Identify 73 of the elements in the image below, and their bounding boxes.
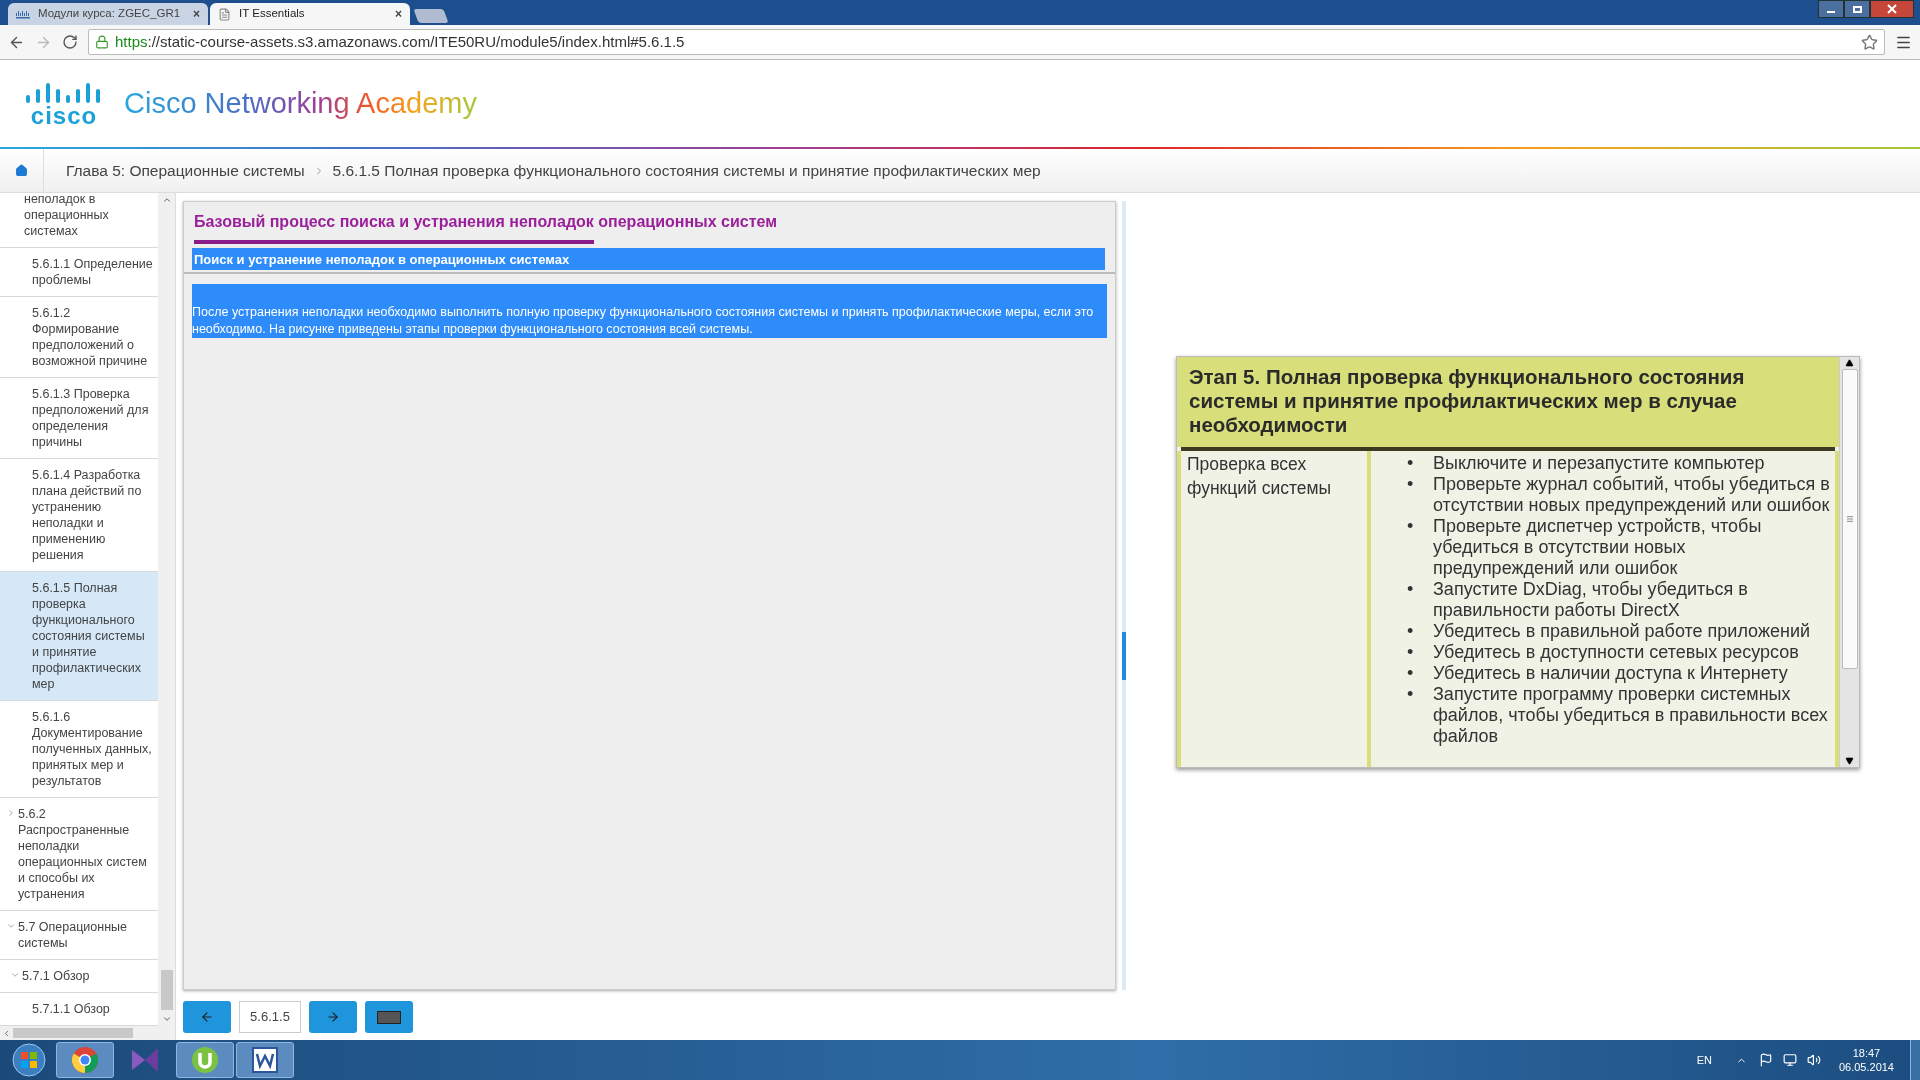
content-title: Базовый процесс поиска и устранения неполадок операционных систем <box>194 212 779 232</box>
bullet-text: Проверьте диспетчер устройств, чтобы убедиться в отсутствии новых предупреждений или ошибок <box>1433 516 1763 579</box>
star-icon[interactable] <box>1861 33 1878 51</box>
close-button[interactable] <box>1870 0 1914 18</box>
breadcrumb-link[interactable]: Глава 5: Операционные системы <box>66 158 305 183</box>
screen-icon <box>377 1010 401 1024</box>
bullet-icon: • <box>1407 621 1433 642</box>
address-field[interactable]: https://static-course-assets.s3.amazonaws.com/ITE50RU/module5/index.html#5.6.1.5 <box>88 29 1885 55</box>
content-paragraph: После устранения неполадки необходимо выполнить полную проверку функционального состояния системы и принять профилактические меры, если это необходимо. На рисунке приведены этапы проверки функционального состояния всей системы. <box>192 284 1107 338</box>
browser-icon <box>71 1046 99 1074</box>
bullet-icon: • <box>1407 474 1433 516</box>
taskbar-app[interactable] <box>236 1042 294 1078</box>
scrollbar-thumb[interactable] <box>1841 369 1858 669</box>
document-icon <box>252 1047 278 1073</box>
scrollbar-thumb[interactable] <box>160 970 173 1010</box>
clock-date: 06.05.2014 <box>1838 1060 1894 1074</box>
splitter-handle[interactable] <box>1122 631 1126 680</box>
bullet-text: Запустите DxDiag, чтобы убедиться в правильности работы DirectX <box>1433 579 1749 621</box>
network-icon[interactable] <box>1782 1053 1797 1067</box>
bullet-text: Запустите программу проверки системных файлов, чтобы убедиться в правильности всех файлов <box>1433 684 1829 747</box>
scroll-up-icon[interactable] <box>1844 359 1855 367</box>
page-icon <box>218 7 231 21</box>
close-icon <box>1887 4 1897 14</box>
bullet-text: Убедитесь в доступности сетевых ресурсов <box>1433 642 1799 663</box>
close-icon[interactable]: × <box>395 5 402 23</box>
bullet-text: Выключите и перезапустите компьютер <box>1433 453 1765 474</box>
maximize-button[interactable] <box>1844 0 1870 18</box>
logo-wordmark: cisco <box>30 104 98 127</box>
bullet-icon: • <box>1407 663 1433 684</box>
chevron-down-icon <box>6 921 16 931</box>
bullet-icon: • <box>1407 642 1433 663</box>
bullet-icon: • <box>1407 453 1433 474</box>
language-indicator[interactable]: EN <box>1696 1051 1712 1069</box>
section-heading: Поиск и устранение неполадок в операционных системах <box>192 248 1105 270</box>
taskbar-app[interactable] <box>56 1042 114 1078</box>
volume-icon[interactable] <box>1806 1053 1821 1067</box>
bullet-text: Убедитесь в наличии доступа к Интернету <box>1433 663 1788 684</box>
bullet-text: Убедитесь в правильной работе приложений <box>1433 621 1810 642</box>
clock-time: 18:47 <box>1852 1046 1881 1060</box>
fullscreen-button[interactable] <box>365 1001 413 1033</box>
flag-icon[interactable] <box>1758 1053 1773 1067</box>
bullet-icon: • <box>1407 579 1433 621</box>
show-desktop-button[interactable] <box>1910 1040 1920 1080</box>
torrent-icon <box>191 1046 219 1074</box>
minimize-button[interactable] <box>1818 0 1844 18</box>
grip-icon <box>1845 515 1854 523</box>
scrollbar-thumb[interactable] <box>13 1028 133 1038</box>
scrollbar[interactable] <box>158 193 175 1026</box>
breadcrumb-current: 5.6.1.5 Полная проверка функционального состояния системы и принятие профилактических мер <box>332 160 1041 181</box>
scroll-down-icon[interactable] <box>1844 757 1855 765</box>
windows-icon <box>12 1043 46 1077</box>
sidebar-item[interactable]: 5.6.1.5 Полная проверка функционального состояния системы и принятие профилактических мер <box>0 572 159 701</box>
row-label: Проверка всех функций системы <box>1187 454 1332 498</box>
bullet-text: Проверьте журнал событий, чтобы убедиться в отсутствии новых предупреждений или ошибок <box>1433 474 1831 516</box>
reload-icon[interactable] <box>62 34 78 50</box>
browser-tab[interactable]: IT Essentials × <box>210 3 410 25</box>
sidebar-item[interactable]: неполадок в операционных системах <box>0 193 159 248</box>
home-icon[interactable] <box>15 164 28 177</box>
bowtie-icon <box>130 1047 160 1073</box>
taskbar-app[interactable] <box>176 1042 234 1078</box>
lock-icon <box>95 35 109 49</box>
new-tab-button[interactable] <box>413 9 449 23</box>
close-icon[interactable]: × <box>193 5 200 23</box>
scroll-left-icon[interactable] <box>2 1028 11 1038</box>
chevron-down-icon <box>10 970 20 980</box>
bullet-icon: • <box>1407 516 1433 579</box>
scrollbar[interactable] <box>0 1026 175 1040</box>
scrollbar[interactable] <box>1839 357 1859 767</box>
page-number-field[interactable]: 5.6.1.5 <box>239 1001 301 1033</box>
browser-tab[interactable]: Модули курса: ZGEC_GR1 × <box>8 3 208 25</box>
figure-heading: Этап 5. Полная проверка функционального состояния системы и принятие профилактических мер в случае необходимости <box>1189 365 1746 438</box>
chevron-right-icon <box>6 808 16 818</box>
bullet-icon: • <box>1407 684 1433 747</box>
